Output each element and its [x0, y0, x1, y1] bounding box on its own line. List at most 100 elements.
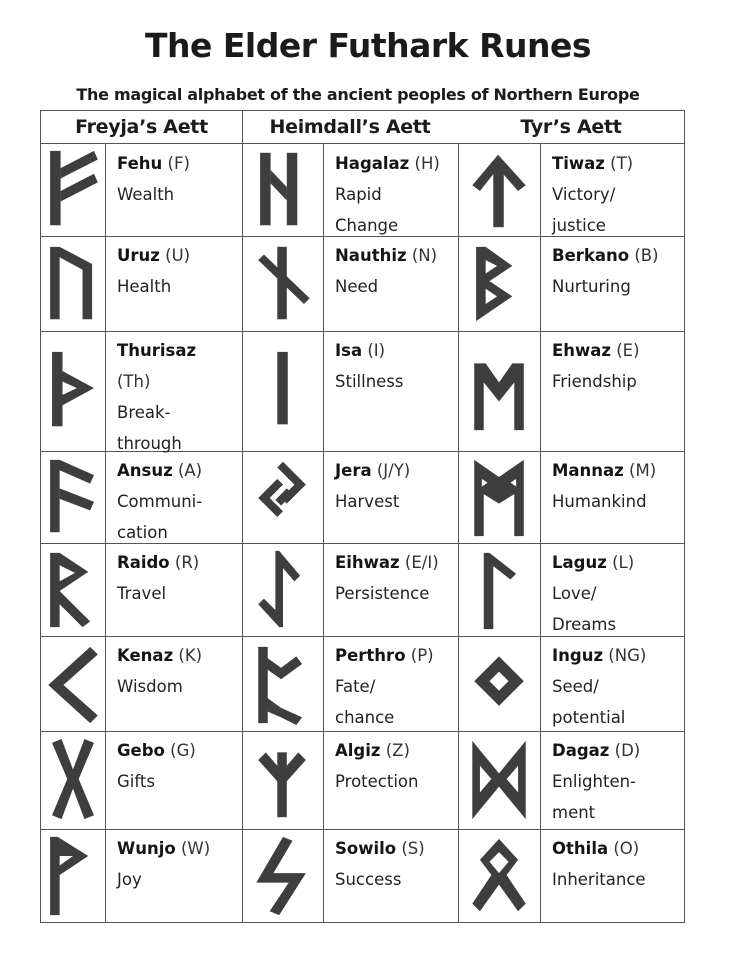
rune-letter: (NG)	[608, 646, 647, 665]
rune-meaning: Need	[335, 277, 379, 296]
rune-glyph-cell	[458, 144, 540, 236]
rune-letter: (B)	[634, 246, 659, 265]
rune-letter: (W)	[180, 839, 211, 858]
eihwaz-rune-icon	[257, 550, 300, 627]
rune-name: Wunjo	[117, 839, 176, 858]
tiwaz-rune-icon	[472, 154, 526, 228]
rune-glyph-cell	[41, 331, 105, 451]
rune-letter: (Z)	[385, 741, 410, 760]
rune-glyph-cell	[458, 236, 540, 331]
rune-meaning: Success	[335, 870, 402, 889]
rune-meaning: Rapid Change	[335, 185, 399, 235]
rune-description-cell: Othila (O) Inheritance	[540, 829, 684, 923]
rune-description-cell: Wunjo (W) Joy	[105, 829, 242, 923]
rune-meaning: Travel	[117, 584, 167, 603]
jera-rune-icon	[257, 461, 306, 518]
rune-glyph-cell	[41, 636, 105, 731]
rune-glyph-cell	[242, 144, 323, 236]
rune-meaning: Humankind	[552, 492, 647, 511]
rune-glyph-cell	[41, 236, 105, 331]
rune-name: Laguz	[552, 553, 607, 572]
rune-letter: (E/I)	[404, 553, 439, 572]
rune-description-cell: Nauthiz (N) Need	[323, 236, 458, 331]
rune-glyph-cell	[458, 829, 540, 923]
rune-name: Nauthiz	[335, 246, 407, 265]
rune-meaning: Nurturing	[552, 277, 631, 296]
mannaz-rune-icon	[474, 459, 524, 537]
rune-name: Sowilo	[335, 839, 397, 858]
rune-glyph-cell	[41, 731, 105, 829]
rune-name: Uruz	[117, 246, 160, 265]
rune-description-cell: Uruz (U) Health	[105, 236, 242, 331]
rune-glyph-cell	[242, 829, 323, 923]
rune-description-cell: Isa (I) Stillness	[323, 331, 458, 451]
rune-letter: (K)	[178, 646, 203, 665]
algiz-rune-icon	[257, 752, 306, 818]
rune-letter: (S)	[401, 839, 425, 858]
rune-meaning: Stillness	[335, 372, 404, 391]
rune-glyph-cell	[41, 451, 105, 543]
rune-name: Inguz	[552, 646, 604, 665]
rune-glyph-cell	[242, 331, 323, 451]
rune-letter: (G)	[170, 741, 196, 760]
aett-header-tyr: Tyr’s Aett	[458, 111, 684, 144]
page-subtitle: The magical alphabet of the ancient peop…	[76, 85, 640, 104]
rune-meaning: Harvest	[335, 492, 400, 511]
rune-letter: (D)	[614, 741, 641, 760]
rune-description-cell: Raido (R) Travel	[105, 543, 242, 636]
rune-meaning: Persistence	[335, 584, 430, 603]
rune-meaning: Break- through	[117, 403, 182, 453]
rune-name: Othila	[552, 839, 609, 858]
rune-letter: (T)	[610, 154, 634, 173]
rune-meaning: Protection	[335, 772, 419, 791]
rune-name: Isa	[335, 341, 363, 360]
rune-glyph-cell	[41, 543, 105, 636]
rune-meaning: Health	[117, 277, 172, 296]
rune-letter: (A)	[177, 461, 203, 480]
rune-name: Dagaz	[552, 741, 610, 760]
dagaz-rune-icon	[472, 740, 526, 820]
rune-description-cell: Perthro (P) Fate/ chance	[323, 636, 458, 731]
rune-meaning: Love/ Dreams	[552, 584, 617, 634]
othila-rune-icon	[472, 838, 526, 912]
rune-glyph-cell	[458, 451, 540, 543]
rune-letter: (N)	[411, 246, 438, 265]
rune-name: Fehu	[117, 154, 163, 173]
rune-glyph-cell	[41, 829, 105, 923]
rune-description-cell: Gebo (G) Gifts	[105, 731, 242, 829]
aett-header-heimdall: Heimdall’s Aett	[242, 111, 458, 144]
rune-name: Algiz	[335, 741, 381, 760]
rune-description-cell: Hagalaz (H) Rapid Change	[323, 144, 458, 236]
fehu-rune-icon	[50, 150, 98, 226]
rune-table: Freyja’s Aett Heimdall’s Aett Tyr’s Aett…	[40, 110, 685, 923]
rune-letter: (R)	[174, 553, 200, 572]
rune-meaning: Joy	[117, 870, 142, 889]
thurisaz-rune-icon	[52, 351, 94, 427]
rune-description-cell: Ehwaz (E) Friendship	[540, 331, 684, 451]
rune-description-cell: Laguz (L) Love/ Dreams	[540, 543, 684, 636]
rune-letter: (I)	[367, 341, 386, 360]
rune-letter: (M)	[629, 461, 657, 480]
rune-glyph-cell	[41, 144, 105, 236]
rune-name: Hagalaz	[335, 154, 410, 173]
rune-meaning: Communi- cation	[117, 492, 203, 542]
laguz-rune-icon	[483, 552, 517, 629]
nauthiz-rune-icon	[257, 246, 310, 319]
rune-glyph-cell	[458, 731, 540, 829]
rune-description-cell: Sowilo (S) Success	[323, 829, 458, 923]
page-title: The Elder Futhark Runes	[144, 26, 592, 65]
rune-meaning: Victory/ justice	[552, 185, 616, 235]
rune-meaning: Wealth	[117, 185, 175, 204]
wunjo-rune-icon	[50, 836, 89, 916]
rune-name: Perthro	[335, 646, 406, 665]
inguz-rune-icon	[474, 655, 524, 706]
uruz-rune-icon	[50, 246, 93, 319]
rune-glyph-cell	[242, 451, 323, 543]
rune-letter: (L)	[612, 553, 635, 572]
rune-letter: (O)	[613, 839, 640, 858]
rune-name: Tiwaz	[552, 154, 605, 173]
rune-name: Gebo	[117, 741, 165, 760]
perthro-rune-icon	[257, 646, 302, 725]
sowilo-rune-icon	[255, 836, 306, 916]
rune-glyph-cell	[458, 331, 540, 451]
